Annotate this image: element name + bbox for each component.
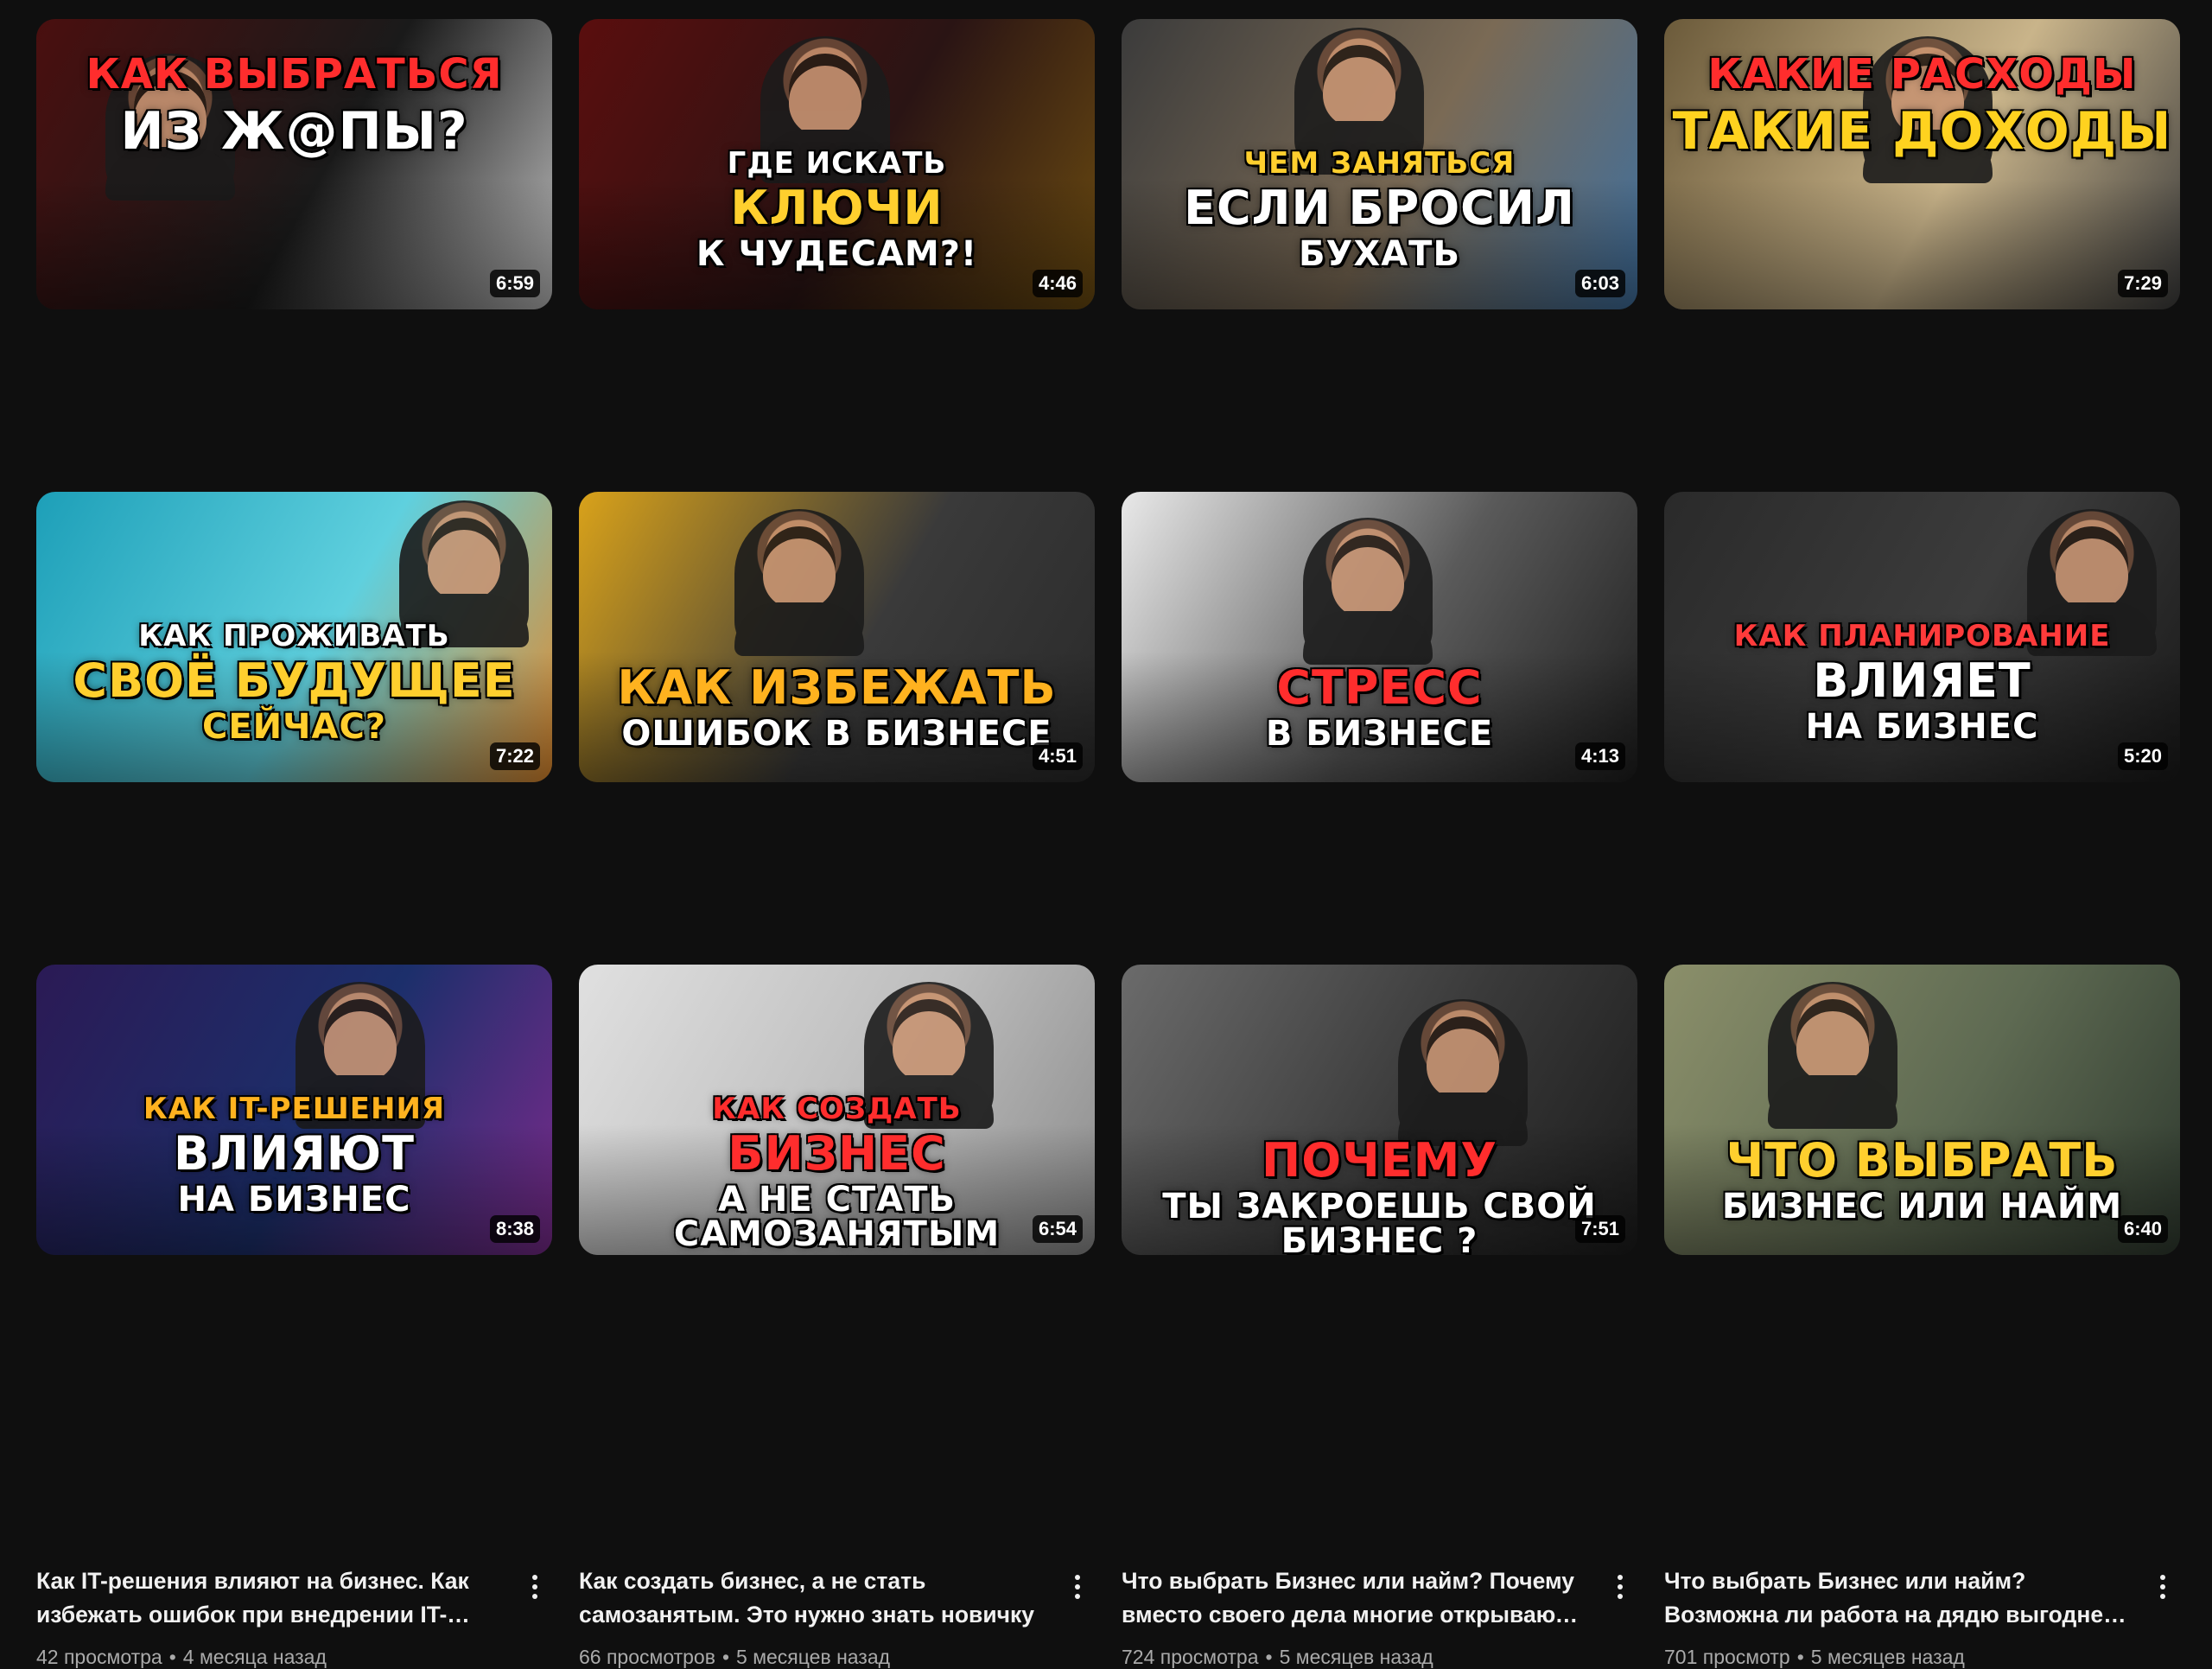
video-card: КАК ИЗБЕЖАТЬ ОШИБОК В БИЗНЕСЕ 4:51 Ошибк… <box>579 492 1095 1195</box>
video-card: ПОЧЕМУ ТЫ ЗАКРОЕШЬ СВОЙ БИЗНЕС ? 7:51 Чт… <box>1122 965 1637 1668</box>
video-card: КАК IT-РЕШЕНИЯ ВЛИЯЮТ НА БИЗНЕС 8:38 Как… <box>36 965 552 1668</box>
video-thumbnail[interactable]: КАК ПЛАНИРОВАНИЕ ВЛИЯЕТ НА БИЗНЕС 5:20 <box>1664 492 2180 782</box>
thumbnail-caption-line-3: ОШИБОК В БИЗНЕСЕ <box>621 714 1052 754</box>
more-vertical-icon[interactable] <box>1603 1568 1637 1606</box>
upload-age: 5 месяцев назад <box>1279 1646 1433 1668</box>
thumbnail-caption-line-1: ГДЕ ИСКАТЬ <box>727 146 947 181</box>
separator-dot: • <box>168 1646 176 1668</box>
upload-age: 4 месяца назад <box>182 1646 327 1668</box>
thumbnail-caption-line-3: БУХАТЬ <box>1299 234 1460 274</box>
video-card: ГДЕ ИСКАТЬ КЛЮЧИ К ЧУДЕСАМ?! 4:46 Где ис… <box>579 19 1095 723</box>
video-stats: 701 просмотр • 5 месяцев назад <box>1664 1646 1965 1669</box>
duration-badge: 4:13 <box>1574 742 1625 770</box>
view-count: 724 просмотра <box>1122 1646 1259 1668</box>
video-grid: КАК ВЫБРАТЬСЯ ИЗ Ж@ПЫ? 6:59 Как выбратьс… <box>36 19 2180 1668</box>
duration-badge: 6:40 <box>2117 1215 2168 1243</box>
video-thumbnail[interactable]: КАК ВЫБРАТЬСЯ ИЗ Ж@ПЫ? 6:59 <box>36 19 552 309</box>
video-card: КАК ПЛАНИРОВАНИЕ ВЛИЯЕТ НА БИЗНЕС 5:20 Т… <box>1664 492 2180 1195</box>
thumbnail-caption-line-3: НА БИЗНЕС <box>1805 707 2039 747</box>
duration-badge: 4:46 <box>1032 270 1083 297</box>
presenter-figure <box>1303 518 1433 665</box>
video-thumbnail[interactable]: КАК ИЗБЕЖАТЬ ОШИБОК В БИЗНЕСЕ 4:51 <box>579 492 1095 782</box>
thumbnail-caption-line-2: БИЗНЕС <box>728 1126 946 1181</box>
thumbnail-caption-line-1: ЧЕМ ЗАНЯТЬСЯ <box>1243 146 1516 181</box>
duration-badge: 5:20 <box>2117 742 2168 770</box>
thumbnail-caption-line-1: КАК ПРОЖИВАТЬ <box>138 619 450 653</box>
presenter-figure <box>1768 982 1897 1129</box>
thumbnail-caption-line-3: К ЧУДЕСАМ?! <box>696 234 978 274</box>
video-thumbnail[interactable]: КАК IT-РЕШЕНИЯ ВЛИЯЮТ НА БИЗНЕС 8:38 <box>36 965 552 1255</box>
presenter-figure <box>734 509 864 656</box>
thumbnail-caption-line-2: ВЛИЯЮТ <box>173 1126 415 1181</box>
more-vertical-icon[interactable] <box>518 1568 552 1606</box>
thumbnail-caption-line-1: КАК ВЫБРАТЬСЯ <box>86 50 503 99</box>
thumbnail-caption-line-1: КАК IT-РЕШЕНИЯ <box>143 1092 446 1126</box>
separator-dot: • <box>1796 1646 1804 1668</box>
thumbnail-caption-line-1: КАКИЕ РАСХОДЫ <box>1707 50 2137 99</box>
video-thumbnail[interactable]: ГДЕ ИСКАТЬ КЛЮЧИ К ЧУДЕСАМ?! 4:46 <box>579 19 1095 309</box>
duration-badge: 6:54 <box>1032 1215 1083 1243</box>
upload-age: 5 месяцев назад <box>1810 1646 1965 1668</box>
video-title[interactable]: Что выбрать Бизнес или найм? Возможна ли… <box>1664 1564 2131 1632</box>
video-stats: 42 просмотра • 4 месяца назад <box>36 1646 327 1669</box>
thumbnail-caption-line-2: СТРЕСС <box>1276 660 1483 715</box>
thumbnail-caption-line-3: ТЫ ЗАКРОЕШЬ СВОЙ БИЗНЕС ? <box>1162 1187 1597 1255</box>
view-count: 42 просмотра <box>36 1646 162 1668</box>
video-card: КАК СОЗДАТЬ БИЗНЕС А НЕ СТАТЬ САМОЗАНЯТЫ… <box>579 965 1095 1668</box>
video-card: КАКИЕ РАСХОДЫ ТАКИЕ ДОХОДЫ 7:29 Какие РА… <box>1664 19 2180 723</box>
video-card: КАК ВЫБРАТЬСЯ ИЗ Ж@ПЫ? 6:59 Как выбратьс… <box>36 19 552 723</box>
separator-dot: • <box>721 1646 730 1668</box>
thumbnail-caption-line-2: КАК ИЗБЕЖАТЬ <box>617 660 1057 715</box>
thumbnail-caption-line-2: КЛЮЧИ <box>730 181 944 235</box>
view-count: 66 просмотров <box>579 1646 715 1668</box>
duration-badge: 7:29 <box>2117 270 2168 297</box>
thumbnail-caption-line-3: БИЗНЕС или НАЙМ <box>1721 1187 2123 1226</box>
video-card: ЧЕМ ЗАНЯТЬСЯ ЕСЛИ БРОСИЛ БУХАТЬ 6:03 Бро… <box>1122 19 1637 723</box>
thumbnail-caption-line-3: СЕЙЧАС? <box>202 707 386 747</box>
more-vertical-icon[interactable] <box>1060 1568 1095 1606</box>
video-thumbnail[interactable]: КАКИЕ РАСХОДЫ ТАКИЕ ДОХОДЫ 7:29 <box>1664 19 2180 309</box>
thumbnail-caption-line-2: СВОЁ БУДУЩЕЕ <box>73 653 516 708</box>
thumbnail-caption-line-2: ИЗ Ж@ПЫ? <box>120 101 468 162</box>
thumbnail-caption-line-3: А НЕ СТАТЬ САМОЗАНЯТЫМ <box>673 1180 1001 1254</box>
presenter-figure <box>1398 999 1528 1146</box>
video-thumbnail[interactable]: ЧЕМ ЗАНЯТЬСЯ ЕСЛИ БРОСИЛ БУХАТЬ 6:03 <box>1122 19 1637 309</box>
thumbnail-caption-line-1: КАК СОЗДАТЬ <box>712 1092 962 1126</box>
video-title[interactable]: Что выбрать Бизнес или найм? Почему вмес… <box>1122 1564 1588 1632</box>
duration-badge: 7:22 <box>489 742 540 770</box>
thumbnail-caption-line-2: ПОЧЕМУ <box>1262 1133 1497 1188</box>
duration-badge: 6:03 <box>1574 270 1625 297</box>
thumbnail-caption-line-3: НА БИЗНЕС <box>177 1180 411 1220</box>
view-count: 701 просмотр <box>1664 1646 1790 1668</box>
video-card: КАК ПРОЖИВАТЬ СВОЁ БУДУЩЕЕ СЕЙЧАС? 7:22 … <box>36 492 552 1195</box>
duration-badge: 6:59 <box>489 270 540 297</box>
video-card: ЧТО ВЫБРАТЬ БИЗНЕС или НАЙМ 6:40 Что выб… <box>1664 965 2180 1668</box>
thumbnail-caption-line-2: ЧТО ВЫБРАТЬ <box>1726 1133 2119 1188</box>
video-title[interactable]: Как IT-решения влияют на бизнес. Как изб… <box>36 1564 503 1632</box>
separator-dot: • <box>1265 1646 1273 1668</box>
duration-badge: 7:51 <box>1574 1215 1625 1243</box>
video-thumbnail[interactable]: ЧТО ВЫБРАТЬ БИЗНЕС или НАЙМ 6:40 <box>1664 965 2180 1255</box>
video-stats: 724 просмотра • 5 месяцев назад <box>1122 1646 1433 1669</box>
video-thumbnail[interactable]: КАК ПРОЖИВАТЬ СВОЁ БУДУЩЕЕ СЕЙЧАС? 7:22 <box>36 492 552 782</box>
thumbnail-caption-line-2: ЕСЛИ БРОСИЛ <box>1184 181 1575 235</box>
thumbnail-caption-line-3: В БИЗНЕСЕ <box>1265 714 1494 754</box>
duration-badge: 8:38 <box>489 1215 540 1243</box>
thumbnail-caption-line-2: ВЛИЯЕТ <box>1813 653 2031 708</box>
video-thumbnail[interactable]: СТРЕСС В БИЗНЕСЕ 4:13 <box>1122 492 1637 782</box>
video-thumbnail[interactable]: КАК СОЗДАТЬ БИЗНЕС А НЕ СТАТЬ САМОЗАНЯТЫ… <box>579 965 1095 1255</box>
video-title[interactable]: Как создать бизнес, а не стать самозанят… <box>579 1564 1046 1632</box>
thumbnail-caption-line-1: КАК ПЛАНИРОВАНИЕ <box>1733 619 2111 653</box>
video-thumbnail[interactable]: ПОЧЕМУ ТЫ ЗАКРОЕШЬ СВОЙ БИЗНЕС ? 7:51 <box>1122 965 1637 1255</box>
thumbnail-caption-line-2: ТАКИЕ ДОХОДЫ <box>1672 101 2172 162</box>
video-card: СТРЕСС В БИЗНЕСЕ 4:13 Стресс в бизнесе и… <box>1122 492 1637 1195</box>
video-stats: 66 просмотров • 5 месяцев назад <box>579 1646 890 1669</box>
duration-badge: 4:51 <box>1032 742 1083 770</box>
upload-age: 5 месяцев назад <box>736 1646 891 1668</box>
more-vertical-icon[interactable] <box>2145 1568 2180 1606</box>
